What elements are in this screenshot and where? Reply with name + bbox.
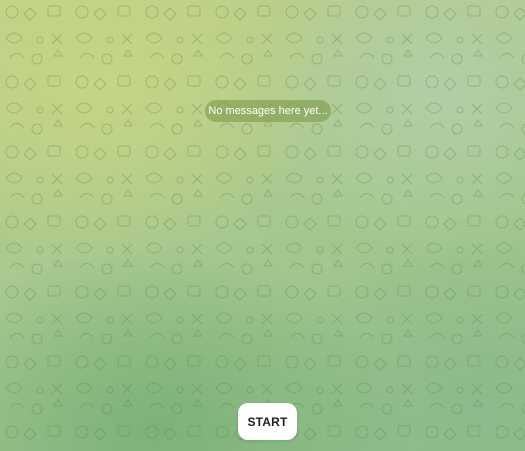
empty-chat-message: No messages here yet...	[205, 100, 331, 122]
wallpaper-pattern	[0, 0, 525, 451]
chat-area: No messages here yet... START	[0, 0, 525, 451]
start-button[interactable]: START	[238, 403, 297, 440]
